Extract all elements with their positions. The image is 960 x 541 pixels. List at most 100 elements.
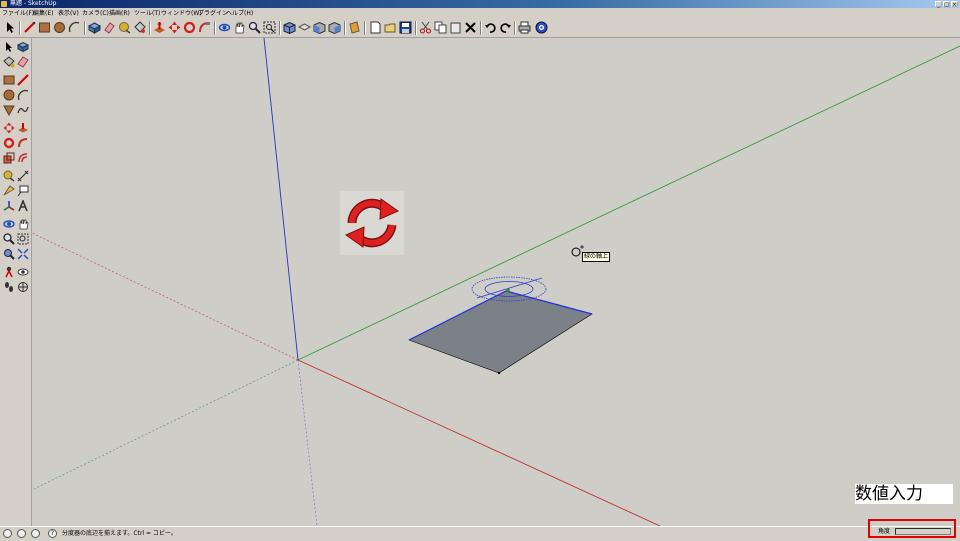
model-info-icon[interactable] xyxy=(535,21,548,34)
protractor-tool-icon[interactable] xyxy=(3,185,15,197)
make-component-icon[interactable] xyxy=(88,21,101,34)
paste-icon[interactable] xyxy=(449,21,462,34)
red-axis-negative xyxy=(32,232,299,361)
rotate-tool-icon[interactable] xyxy=(3,137,15,149)
circle-icon[interactable] xyxy=(53,21,66,34)
pan-tool-icon[interactable] xyxy=(17,218,29,230)
undo-icon[interactable] xyxy=(484,21,497,34)
polygon-tool-icon[interactable] xyxy=(3,104,15,116)
menu-help[interactable]: ヘルプ(H) xyxy=(226,8,253,19)
large-tool-set xyxy=(0,38,32,526)
move-icon[interactable] xyxy=(168,21,181,34)
axes-tool-icon[interactable] xyxy=(3,200,15,212)
zoom-extents-tool-icon[interactable] xyxy=(17,248,29,260)
rotate-icon[interactable] xyxy=(183,21,196,34)
sketchup-app-icon xyxy=(1,1,7,7)
pan-icon[interactable] xyxy=(233,21,246,34)
open-icon[interactable] xyxy=(384,21,397,34)
inference-tooltip: 緑の軸上 xyxy=(582,252,611,262)
back-view-icon[interactable] xyxy=(348,21,361,34)
walk-icon[interactable] xyxy=(3,281,15,293)
dimension-tool-icon[interactable] xyxy=(17,170,29,182)
close-button[interactable]: × xyxy=(951,1,958,8)
component-tool-icon[interactable] xyxy=(17,41,29,53)
print-icon[interactable] xyxy=(518,21,531,34)
look-around-icon[interactable] xyxy=(17,266,29,278)
arc-tool-icon[interactable] xyxy=(17,89,29,101)
front-view-icon[interactable] xyxy=(313,21,326,34)
scene-canvas[interactable] xyxy=(32,38,960,526)
drawing-viewport[interactable]: 緑の軸上 xyxy=(32,38,960,526)
orbit-tool-icon[interactable] xyxy=(3,218,15,230)
right-view-icon[interactable] xyxy=(328,21,341,34)
menu-window[interactable]: ウィンドウ(W) xyxy=(161,8,202,19)
measurements-input[interactable] xyxy=(895,528,951,535)
circle-tool-icon[interactable] xyxy=(3,89,15,101)
help-icon[interactable]: ? xyxy=(48,529,57,538)
select-tool-icon[interactable] xyxy=(3,41,15,53)
credits-icon[interactable] xyxy=(17,529,26,538)
main-toolbar xyxy=(0,19,960,38)
freehand-tool-icon[interactable] xyxy=(17,104,29,116)
maximize-button[interactable]: □ xyxy=(943,1,950,8)
menu-bar: ファイル(F) 編集(E) 表示(V) カメラ(C) 描画(R) ツール(T) … xyxy=(0,8,960,19)
eraser-tool-icon[interactable] xyxy=(17,56,29,68)
minimize-button[interactable]: _ xyxy=(935,1,942,8)
scale-tool-icon[interactable] xyxy=(3,152,15,164)
paint-tool-icon[interactable] xyxy=(3,56,15,68)
save-icon[interactable] xyxy=(399,21,412,34)
zoom-icon[interactable] xyxy=(248,21,261,34)
green-axis-negative xyxy=(32,359,299,491)
menu-draw[interactable]: 描画(R) xyxy=(109,8,130,19)
rotate-tool-illustration xyxy=(340,191,404,255)
iso-view-icon[interactable] xyxy=(283,21,296,34)
line-tool-icon[interactable] xyxy=(17,74,29,86)
push-pull-tool-icon[interactable] xyxy=(17,122,29,134)
user-info-icon[interactable] xyxy=(31,529,40,538)
status-hint: 分度器の底辺を揃えます。Ctrl = コピー。 xyxy=(62,530,177,537)
zoom-window-tool-icon[interactable] xyxy=(17,233,29,245)
menu-tools[interactable]: ツール(T) xyxy=(134,8,160,19)
menu-camera[interactable]: カメラ(C) xyxy=(82,8,109,19)
redo-icon[interactable] xyxy=(499,21,512,34)
tape-measure-icon[interactable] xyxy=(118,21,131,34)
section-plane-icon[interactable] xyxy=(17,281,29,293)
delete-icon[interactable] xyxy=(464,21,477,34)
menu-view[interactable]: 表示(V) xyxy=(58,8,79,19)
menu-plugins[interactable]: プラグイン xyxy=(198,8,228,19)
blue-axis-negative xyxy=(297,359,318,526)
new-icon[interactable] xyxy=(369,21,382,34)
rectangle-icon[interactable] xyxy=(38,21,51,34)
offset-tool-icon[interactable] xyxy=(17,152,29,164)
move-tool-icon[interactable] xyxy=(3,122,15,134)
red-axis-positive xyxy=(297,359,661,526)
menu-file[interactable]: ファイル(F) xyxy=(2,8,34,19)
orbit-icon[interactable] xyxy=(218,21,231,34)
rectangle-tool-icon[interactable] xyxy=(3,74,15,86)
menu-edit[interactable]: 編集(E) xyxy=(33,8,53,19)
text-tool-icon[interactable] xyxy=(17,185,29,197)
position-camera-icon[interactable] xyxy=(3,266,15,278)
eraser-icon[interactable] xyxy=(103,21,116,34)
numeric-input-annotation: 数値入力 xyxy=(855,484,953,504)
paint-bucket-icon[interactable] xyxy=(133,21,146,34)
top-view-icon[interactable] xyxy=(298,21,311,34)
vertex-point xyxy=(497,371,501,375)
select-icon[interactable] xyxy=(4,21,17,34)
measurements-label: 角度 xyxy=(878,528,891,535)
previous-view-icon[interactable] xyxy=(3,248,15,260)
rectangle-face xyxy=(408,290,593,374)
zoom-tool-icon[interactable] xyxy=(3,233,15,245)
geo-location-icon[interactable] xyxy=(3,529,12,538)
3d-text-tool-icon[interactable] xyxy=(17,200,29,212)
follow-me-tool-icon[interactable] xyxy=(17,137,29,149)
blue-axis-positive xyxy=(263,38,299,361)
zoom-extents-icon[interactable] xyxy=(263,21,276,34)
copy-icon[interactable] xyxy=(434,21,447,34)
push-pull-icon[interactable] xyxy=(153,21,166,34)
tape-measure-tool-icon[interactable] xyxy=(3,170,15,182)
arc-icon[interactable] xyxy=(68,21,81,34)
line-icon[interactable] xyxy=(23,21,36,34)
follow-me-icon[interactable] xyxy=(198,21,211,34)
cut-icon[interactable] xyxy=(419,21,432,34)
